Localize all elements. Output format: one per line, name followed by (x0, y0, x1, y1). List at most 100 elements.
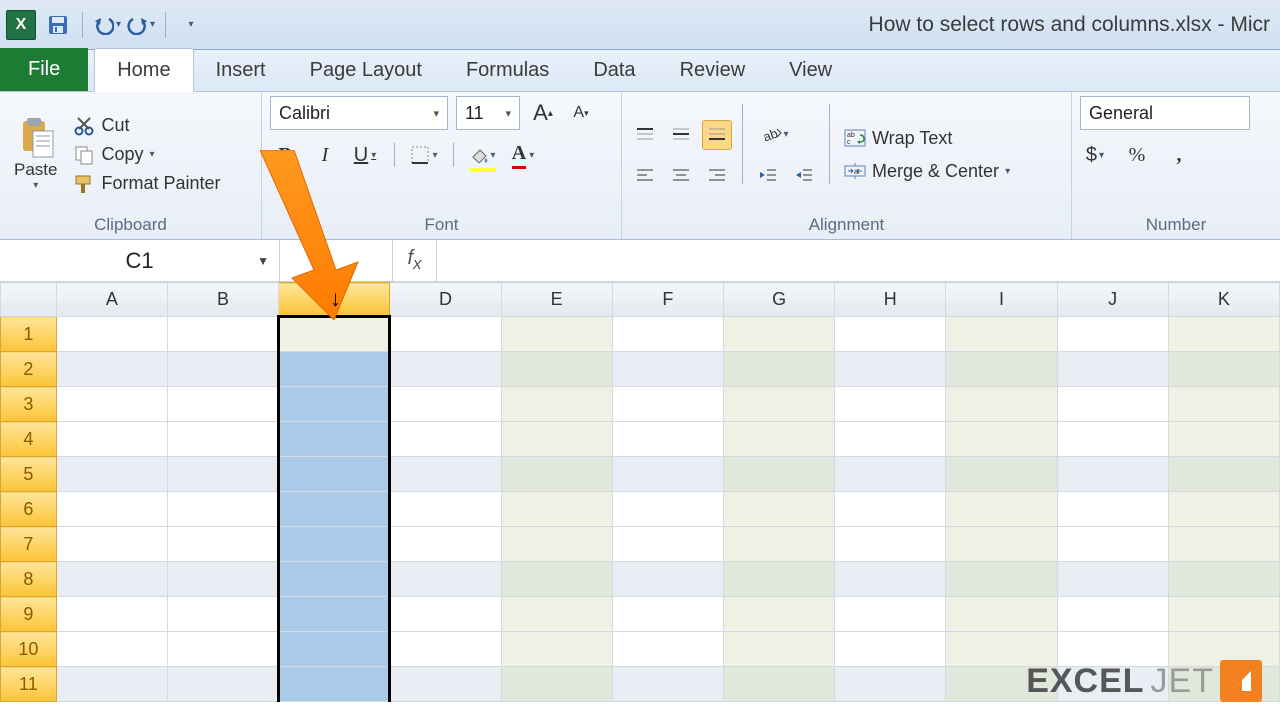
copy-button[interactable]: Copy ▾ (69, 142, 224, 167)
cell-H1[interactable] (835, 317, 946, 352)
align-left-button[interactable] (630, 160, 660, 190)
cell-A8[interactable] (56, 562, 167, 597)
cell-D11[interactable] (390, 667, 501, 702)
cell-H2[interactable] (835, 352, 946, 387)
cell-K7[interactable] (1168, 527, 1279, 562)
cell-E7[interactable] (501, 527, 612, 562)
cell-F7[interactable] (612, 527, 723, 562)
cell-E11[interactable] (501, 667, 612, 702)
tab-home[interactable]: Home (94, 48, 193, 92)
cell-C5[interactable] (279, 457, 390, 492)
cell-F2[interactable] (612, 352, 723, 387)
cell-D7[interactable] (390, 527, 501, 562)
cell-E5[interactable] (501, 457, 612, 492)
cell-G7[interactable] (723, 527, 834, 562)
row-header-11[interactable]: 11 (1, 667, 57, 702)
cell-E2[interactable] (501, 352, 612, 387)
cell-B1[interactable] (167, 317, 278, 352)
paste-button[interactable]: Paste ▾ (8, 96, 63, 213)
cell-K8[interactable] (1168, 562, 1279, 597)
cell-J2[interactable] (1057, 352, 1168, 387)
cell-F5[interactable] (612, 457, 723, 492)
percent-button[interactable]: % (1122, 140, 1152, 170)
cell-C7[interactable] (279, 527, 390, 562)
cell-B5[interactable] (167, 457, 278, 492)
column-header-E[interactable]: E (501, 283, 612, 317)
tab-review[interactable]: Review (658, 49, 768, 91)
row-header-2[interactable]: 2 (1, 352, 57, 387)
cell-K6[interactable] (1168, 492, 1279, 527)
cell-D3[interactable] (390, 387, 501, 422)
cell-I9[interactable] (946, 597, 1057, 632)
cell-D2[interactable] (390, 352, 501, 387)
cell-C8[interactable] (279, 562, 390, 597)
redo-dropdown-icon[interactable]: ▾ (150, 19, 155, 30)
cell-F1[interactable] (612, 317, 723, 352)
cell-C3[interactable] (279, 387, 390, 422)
cell-C9[interactable] (279, 597, 390, 632)
number-format-combo[interactable]: General (1080, 96, 1250, 130)
row-header-1[interactable]: 1 (1, 317, 57, 352)
column-header-K[interactable]: K (1168, 283, 1279, 317)
cell-I5[interactable] (946, 457, 1057, 492)
cell-A1[interactable] (56, 317, 167, 352)
cell-D4[interactable] (390, 422, 501, 457)
formula-input[interactable] (437, 240, 1280, 281)
merge-center-button[interactable]: a Merge & Center ▾ (840, 159, 1014, 184)
cell-A10[interactable] (56, 632, 167, 667)
cell-A2[interactable] (56, 352, 167, 387)
font-name-combo[interactable]: Calibri▾ (270, 96, 448, 130)
cell-I8[interactable] (946, 562, 1057, 597)
cell-H6[interactable] (835, 492, 946, 527)
shrink-font-button[interactable]: A▾ (566, 98, 596, 128)
cell-J1[interactable] (1057, 317, 1168, 352)
cell-B10[interactable] (167, 632, 278, 667)
column-header-A[interactable]: A (56, 283, 167, 317)
cell-I7[interactable] (946, 527, 1057, 562)
row-header-7[interactable]: 7 (1, 527, 57, 562)
underline-button[interactable]: U▾ (350, 140, 380, 170)
row-header-6[interactable]: 6 (1, 492, 57, 527)
column-header-D[interactable]: D (390, 283, 501, 317)
cell-I1[interactable] (946, 317, 1057, 352)
cell-A4[interactable] (56, 422, 167, 457)
row-header-8[interactable]: 8 (1, 562, 57, 597)
font-color-button[interactable]: A▾ (508, 140, 538, 170)
cell-F4[interactable] (612, 422, 723, 457)
cell-A6[interactable] (56, 492, 167, 527)
increase-indent-button[interactable] (789, 160, 819, 190)
cut-button[interactable]: Cut (69, 113, 224, 138)
row-header-3[interactable]: 3 (1, 387, 57, 422)
fill-color-button[interactable]: ▾ (468, 140, 498, 170)
cell-F3[interactable] (612, 387, 723, 422)
cell-D5[interactable] (390, 457, 501, 492)
cell-B7[interactable] (167, 527, 278, 562)
cell-K5[interactable] (1168, 457, 1279, 492)
cell-C2[interactable] (279, 352, 390, 387)
name-box-dropdown-icon[interactable]: ▼ (257, 254, 269, 268)
cell-E1[interactable] (501, 317, 612, 352)
cell-F8[interactable] (612, 562, 723, 597)
cell-G2[interactable] (723, 352, 834, 387)
row-header-10[interactable]: 10 (1, 632, 57, 667)
cell-A11[interactable] (56, 667, 167, 702)
cell-G8[interactable] (723, 562, 834, 597)
cell-I6[interactable] (946, 492, 1057, 527)
cell-D10[interactable] (390, 632, 501, 667)
row-header-9[interactable]: 9 (1, 597, 57, 632)
cell-K2[interactable] (1168, 352, 1279, 387)
cell-G1[interactable] (723, 317, 834, 352)
undo-button[interactable]: ▾ (93, 11, 121, 39)
align-top-button[interactable] (630, 120, 660, 150)
cell-G10[interactable] (723, 632, 834, 667)
cell-E10[interactable] (501, 632, 612, 667)
cell-I4[interactable] (946, 422, 1057, 457)
redo-button[interactable]: ▾ (127, 11, 155, 39)
cell-B8[interactable] (167, 562, 278, 597)
tab-page-layout[interactable]: Page Layout (288, 49, 444, 91)
cell-G5[interactable] (723, 457, 834, 492)
cell-B3[interactable] (167, 387, 278, 422)
cell-H3[interactable] (835, 387, 946, 422)
column-header-I[interactable]: I (946, 283, 1057, 317)
cell-E3[interactable] (501, 387, 612, 422)
